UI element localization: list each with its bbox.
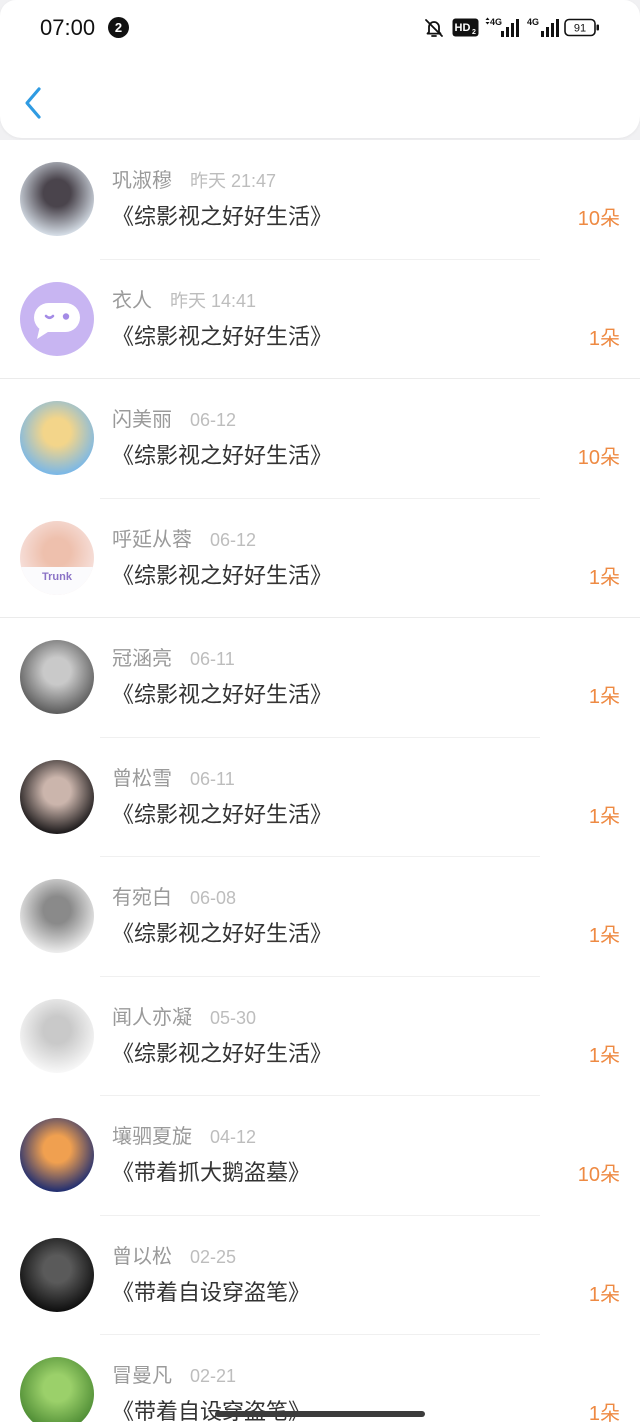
avatar[interactable] — [20, 162, 94, 236]
battery-icon: 91 — [564, 18, 599, 37]
avatar[interactable] — [20, 1237, 94, 1312]
user-name: 冒曼凡 — [112, 1365, 172, 1387]
list-item-meta: 衣人 昨天 14:41 — [112, 289, 256, 315]
back-button[interactable] — [22, 86, 48, 120]
book-title: 《综影视之好好生活》 — [112, 1040, 333, 1066]
list-item[interactable]: 冒曼凡 02-21 《带着自设穿盗笔》 1朵 — [0, 1335, 640, 1422]
user-name: 曾松雪 — [112, 767, 172, 790]
avatar[interactable] — [20, 759, 94, 834]
status-bar: 07:00 2 HD 2 4G 4G 91 — [0, 0, 640, 56]
avatar[interactable] — [20, 1118, 94, 1192]
notification-badge: 2 — [108, 17, 129, 38]
list-item-meta: 冠涵亮 06-11 — [112, 647, 235, 673]
list-item-meta: 有宛白 06-08 — [112, 886, 236, 912]
user-name: 呼延从蓉 — [112, 528, 192, 551]
book-title: 《综影视之好好生活》 — [112, 204, 333, 229]
user-name: 巩淑穆 — [112, 170, 172, 192]
list-item[interactable]: 曾以松 02-25 《带着自设穿盗笔》 1朵 — [0, 1216, 640, 1335]
list-item-meta: 曾松雪 06-11 — [112, 767, 235, 793]
avatar-shirt-text: Trunk — [20, 566, 94, 595]
signal-1-label: 4G — [490, 17, 502, 27]
timestamp: 06-08 — [190, 888, 237, 908]
user-name: 壤驷夏旋 — [112, 1126, 192, 1148]
user-name: 衣人 — [112, 289, 152, 312]
book-title: 《带着自设穿盗笔》 — [112, 1399, 311, 1422]
user-name: 曾以松 — [112, 1245, 172, 1268]
list-item[interactable]: 有宛白 06-08 《综影视之好好生活》 1朵 — [0, 857, 640, 977]
timestamp: 昨天 21:47 — [190, 171, 277, 191]
user-name: 有宛白 — [112, 887, 172, 909]
list-item[interactable]: 闻人亦凝 05-30 《综影视之好好生活》 1朵 — [0, 977, 640, 1096]
timestamp: 02-25 — [190, 1246, 237, 1267]
flower-count: 1朵 — [588, 805, 620, 828]
book-title: 《综影视之好好生活》 — [112, 562, 333, 588]
user-name: 冠涵亮 — [112, 648, 172, 670]
book-title: 《综影视之好好生活》 — [112, 682, 333, 707]
list-item[interactable]: 衣人 昨天 14:41 《综影视之好好生活》 1朵 — [0, 260, 640, 379]
list-item[interactable]: 冠涵亮 06-11 《综影视之好好生活》 1朵 — [0, 618, 640, 738]
chevron-left-icon — [25, 87, 41, 119]
flower-count: 1朵 — [588, 327, 620, 350]
flower-count: 10朵 — [577, 208, 620, 230]
list-item[interactable]: 壤驷夏旋 04-12 《带着抓大鹅盗墓》 10朵 — [0, 1096, 640, 1216]
list-item-meta: 闪美丽 06-12 — [112, 408, 236, 434]
list-item-meta: 冒曼凡 02-21 — [112, 1364, 236, 1390]
timestamp: 06-12 — [210, 529, 257, 550]
timestamp: 04-12 — [210, 1127, 257, 1147]
list-item-meta: 呼延从蓉 06-12 — [112, 528, 256, 554]
flower-count: 10朵 — [577, 447, 620, 469]
flower-count: 1朵 — [588, 686, 620, 708]
timestamp: 06-11 — [190, 649, 235, 669]
status-time: 07:00 — [40, 15, 96, 40]
timestamp: 05-30 — [210, 1007, 257, 1028]
list-item[interactable]: 巩淑穆 昨天 21:47 《综影视之好好生活》 10朵 — [0, 140, 640, 260]
flower-count: 1朵 — [588, 1044, 620, 1067]
battery-level: 91 — [574, 23, 586, 35]
book-title: 《综影视之好好生活》 — [112, 921, 333, 946]
book-title: 《带着自设穿盗笔》 — [112, 1279, 311, 1305]
timestamp: 06-12 — [190, 410, 237, 430]
list-item-meta: 闻人亦凝 05-30 — [112, 1006, 256, 1032]
list-item-meta: 巩淑穆 昨天 21:47 — [112, 169, 276, 195]
user-name: 闪美丽 — [112, 409, 172, 431]
hd-voice-icon: HD 2 — [452, 18, 479, 37]
user-name: 闻人亦凝 — [112, 1006, 192, 1029]
list-item-meta: 壤驷夏旋 04-12 — [112, 1125, 256, 1151]
avatar[interactable] — [20, 998, 94, 1073]
book-title: 《综影视之好好生活》 — [112, 443, 333, 468]
chat-bubble-icon — [34, 302, 80, 339]
hd-sub-label: 2 — [472, 29, 476, 36]
book-title: 《综影视之好好生活》 — [112, 323, 333, 349]
list-item[interactable]: 闪美丽 06-12 《综影视之好好生活》 10朵 — [0, 379, 640, 499]
top-bar: 07:00 2 HD 2 4G 4G 91 — [0, 0, 640, 138]
timestamp: 昨天 14:41 — [170, 290, 257, 311]
flower-count: 10朵 — [577, 1164, 620, 1186]
avatar[interactable] — [20, 281, 94, 356]
timestamp: 02-21 — [190, 1366, 237, 1386]
list-item[interactable]: Trunk 呼延从蓉 06-12 《综影视之好好生活》 1朵 — [0, 499, 640, 618]
book-title: 《综影视之好好生活》 — [112, 801, 333, 827]
signal-2-label: 4G — [527, 17, 539, 27]
avatar[interactable] — [20, 640, 94, 714]
avatar[interactable]: Trunk — [20, 520, 94, 595]
avatar[interactable] — [20, 879, 94, 953]
hd-label: HD — [455, 22, 471, 34]
flower-count: 1朵 — [588, 925, 620, 947]
flower-count: 1朵 — [588, 1403, 620, 1422]
flower-count: 1朵 — [588, 566, 620, 589]
book-title: 《带着抓大鹅盗墓》 — [112, 1160, 311, 1185]
bell-slash-icon — [425, 19, 443, 37]
home-indicator[interactable] — [215, 1411, 425, 1417]
list-item-meta: 曾以松 02-25 — [112, 1245, 236, 1271]
flower-count: 1朵 — [588, 1283, 620, 1306]
reward-list[interactable]: 巩淑穆 昨天 21:47 《综影视之好好生活》 10朵 衣人 昨天 14:41 《综影视之好… — [0, 140, 640, 1422]
list-item[interactable]: 曾松雪 06-11 《综影视之好好生活》 1朵 — [0, 738, 640, 857]
avatar[interactable] — [20, 401, 94, 475]
signal-bars-icon: 4G — [485, 17, 519, 37]
timestamp: 06-11 — [190, 768, 235, 789]
signal-bars-icon: 4G — [527, 17, 559, 37]
avatar[interactable] — [20, 1357, 94, 1422]
